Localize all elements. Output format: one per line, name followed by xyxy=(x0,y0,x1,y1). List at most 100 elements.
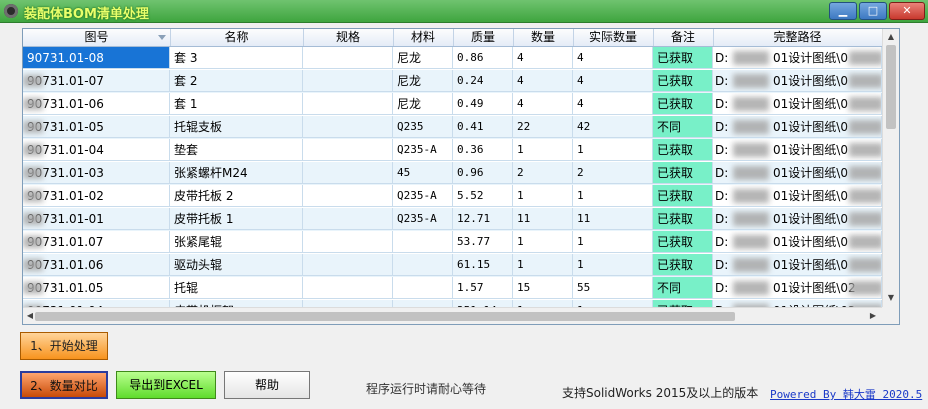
table-row[interactable]: 90731.01-05 托辊支板 Q235 0.41 22 42 不同 D: 01设计图纸\0 xyxy=(23,116,882,139)
vertical-scrollbar[interactable]: ▲ ▼ xyxy=(882,29,899,307)
bom-table[interactable]: 图号 名称 规格 材料 质量 数量 实际数量 备注 完整路径 90731.01-08 套 3 尼龙 0… xyxy=(22,28,900,325)
quantity-compare-button[interactable]: 2、数量对比 xyxy=(20,371,108,399)
cell-full-path[interactable]: D: 01设计图纸\0 xyxy=(713,185,882,207)
scroll-down-icon[interactable]: ▼ xyxy=(886,293,896,303)
cell-material[interactable]: Q235-A xyxy=(393,139,453,161)
cell-remark[interactable]: 不同 xyxy=(653,116,713,138)
cell-full-path[interactable]: D: 01设计图纸\02 xyxy=(713,277,882,299)
sort-down-icon[interactable] xyxy=(158,35,166,40)
table-row[interactable]: 90731.01-06 套 1 尼龙 0.49 4 4 已获取 D: 01设计图纸\0 xyxy=(23,93,882,116)
cell-mass[interactable]: 0.86 xyxy=(453,47,513,69)
cell-remark[interactable]: 已获取 xyxy=(653,185,713,207)
table-row[interactable]: 90731.01-04 垫套 Q235-A 0.36 1 1 已获取 D: 01设计图纸\0 xyxy=(23,139,882,162)
table-row[interactable]: 90731.01-08 套 3 尼龙 0.86 4 4 已获取 D: 01设计图纸\0 xyxy=(23,47,882,70)
cell-spec[interactable] xyxy=(303,185,393,207)
export-excel-button[interactable]: 导出到EXCEL xyxy=(116,371,216,399)
cell-actual-qty[interactable]: 1 xyxy=(573,231,653,253)
cell-material[interactable]: 尼龙 xyxy=(393,70,453,92)
cell-full-path[interactable]: D: 01设计图纸\0 xyxy=(713,139,882,161)
cell-actual-qty[interactable]: 4 xyxy=(573,93,653,115)
cell-material[interactable]: Q235 xyxy=(393,116,453,138)
cell-drawing-no[interactable]: 90731.01.05 xyxy=(23,277,170,299)
cell-drawing-no[interactable]: 90731.01-07 xyxy=(23,70,170,92)
col-name-header[interactable]: 名称 xyxy=(170,29,304,46)
cell-material[interactable] xyxy=(393,231,453,253)
cell-name[interactable]: 套 1 xyxy=(170,93,303,115)
cell-spec[interactable] xyxy=(303,70,393,92)
cell-name[interactable]: 托辊支板 xyxy=(170,116,303,138)
cell-name[interactable]: 托辊 xyxy=(170,277,303,299)
table-row[interactable]: 90731.01.07 张紧尾辊 53.77 1 1 已获取 D: 01设计图纸\0 xyxy=(23,231,882,254)
cell-material[interactable]: 尼龙 xyxy=(393,47,453,69)
cell-drawing-no[interactable]: 90731.01.07 xyxy=(23,231,170,253)
cell-drawing-no[interactable]: 90731.01-02 xyxy=(23,185,170,207)
cell-drawing-no[interactable]: 90731.01-04 xyxy=(23,139,170,161)
cell-qty[interactable]: 4 xyxy=(513,47,573,69)
cell-full-path[interactable]: D: 01设计图纸\0 xyxy=(713,162,882,184)
horizontal-scroll-thumb[interactable] xyxy=(35,312,735,321)
cell-name[interactable]: 套 2 xyxy=(170,70,303,92)
cell-qty[interactable]: 15 xyxy=(513,277,573,299)
cell-full-path[interactable]: D: 01设计图纸\0 xyxy=(713,254,882,276)
cell-spec[interactable] xyxy=(303,162,393,184)
cell-mass[interactable]: 12.71 xyxy=(453,208,513,230)
cell-mass[interactable]: 5.52 xyxy=(453,185,513,207)
table-row[interactable]: 90731.01-02 皮带托板 2 Q235-A 5.52 1 1 已获取 D: 01设计图纸… xyxy=(23,185,882,208)
cell-remark[interactable]: 已获取 xyxy=(653,139,713,161)
cell-actual-qty[interactable]: 4 xyxy=(573,47,653,69)
cell-remark[interactable]: 已获取 xyxy=(653,162,713,184)
col-mass-header[interactable]: 质量 xyxy=(453,29,514,46)
powered-by-link[interactable]: Powered By 韩大雷 2020.5 xyxy=(770,386,922,402)
cell-drawing-no[interactable]: 90731.01-03 xyxy=(23,162,170,184)
vertical-scroll-thumb[interactable] xyxy=(886,45,896,129)
cell-qty[interactable]: 1 xyxy=(513,231,573,253)
scroll-right-icon[interactable]: ▶ xyxy=(868,311,878,321)
cell-name[interactable]: 张紧螺杆M24 xyxy=(170,162,303,184)
cell-spec[interactable] xyxy=(303,47,393,69)
cell-name[interactable]: 垫套 xyxy=(170,139,303,161)
cell-remark[interactable]: 已获取 xyxy=(653,254,713,276)
cell-spec[interactable] xyxy=(303,116,393,138)
cell-mass[interactable]: 0.49 xyxy=(453,93,513,115)
cell-mass[interactable]: 53.77 xyxy=(453,231,513,253)
cell-actual-qty[interactable]: 1 xyxy=(573,185,653,207)
cell-spec[interactable] xyxy=(303,208,393,230)
cell-material[interactable] xyxy=(393,277,453,299)
cell-actual-qty[interactable]: 1 xyxy=(573,254,653,276)
cell-drawing-no[interactable]: 90731.01.06 xyxy=(23,254,170,276)
cell-name[interactable]: 套 3 xyxy=(170,47,303,69)
start-processing-button[interactable]: 1、开始处理 xyxy=(20,332,108,360)
cell-material[interactable]: 尼龙 xyxy=(393,93,453,115)
col-qty-header[interactable]: 数量 xyxy=(513,29,574,46)
table-row[interactable]: 90731.01.05 托辊 1.57 15 55 不同 D: 01设计图纸\02 xyxy=(23,277,882,300)
cell-drawing-no[interactable]: 90731.01-05 xyxy=(23,116,170,138)
help-button[interactable]: 帮助 xyxy=(224,371,310,399)
cell-material[interactable]: 45 xyxy=(393,162,453,184)
col-remark-header[interactable]: 备注 xyxy=(653,29,714,46)
cell-full-path[interactable]: D: 01设计图纸\0 xyxy=(713,208,882,230)
cell-mass[interactable]: 0.41 xyxy=(453,116,513,138)
cell-actual-qty[interactable]: 4 xyxy=(573,70,653,92)
cell-drawing-no[interactable]: 90731.01-06 xyxy=(23,93,170,115)
cell-material[interactable]: Q235-A xyxy=(393,208,453,230)
cell-actual-qty[interactable]: 55 xyxy=(573,277,653,299)
table-row[interactable]: 90731.01-07 套 2 尼龙 0.24 4 4 已获取 D: 01设计图纸\0 xyxy=(23,70,882,93)
cell-actual-qty[interactable]: 2 xyxy=(573,162,653,184)
cell-qty[interactable]: 1 xyxy=(513,185,573,207)
cell-material[interactable]: Q235-A xyxy=(393,185,453,207)
cell-name[interactable]: 张紧尾辊 xyxy=(170,231,303,253)
table-row[interactable]: 90731.01-03 张紧螺杆M24 45 0.96 2 2 已获取 D: 01设计图纸\0 xyxy=(23,162,882,185)
col-full-path-header[interactable]: 完整路径 xyxy=(713,29,883,46)
cell-name[interactable]: 皮带托板 2 xyxy=(170,185,303,207)
cell-name[interactable]: 皮带托板 1 xyxy=(170,208,303,230)
minimize-button[interactable]: ▁ xyxy=(829,2,857,20)
cell-drawing-no[interactable]: 90731.01-08 xyxy=(23,47,170,69)
maximize-button[interactable]: □ xyxy=(859,2,887,20)
cell-material[interactable] xyxy=(393,254,453,276)
scroll-left-icon[interactable]: ◀ xyxy=(25,311,35,321)
cell-qty[interactable]: 1 xyxy=(513,254,573,276)
cell-actual-qty[interactable]: 42 xyxy=(573,116,653,138)
cell-qty[interactable]: 4 xyxy=(513,70,573,92)
cell-remark[interactable]: 已获取 xyxy=(653,93,713,115)
cell-mass[interactable]: 0.96 xyxy=(453,162,513,184)
